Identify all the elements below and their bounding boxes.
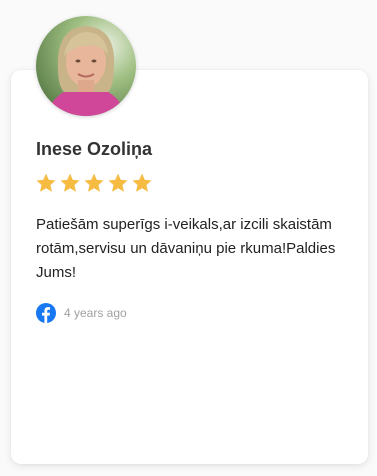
star-icon xyxy=(84,173,104,192)
review-text: Patiešām superīgs i-veikals,ar izcili sk… xyxy=(36,216,336,281)
star-icon xyxy=(132,173,152,192)
star-icon xyxy=(60,173,80,192)
reviewer-name: Inese Ozoliņa xyxy=(36,139,153,159)
review-meta: 4 years ago xyxy=(36,303,127,323)
avatar xyxy=(36,16,136,116)
facebook-icon[interactable] xyxy=(36,303,56,323)
star-icon xyxy=(36,173,56,192)
review-time: 4 years ago xyxy=(64,306,127,320)
review-widget: Inese Ozoliņa Patiešām superīgs i-veikal… xyxy=(0,0,377,476)
star-rating xyxy=(35,172,153,194)
star-icon xyxy=(108,173,128,192)
avatar-photo xyxy=(36,16,136,116)
